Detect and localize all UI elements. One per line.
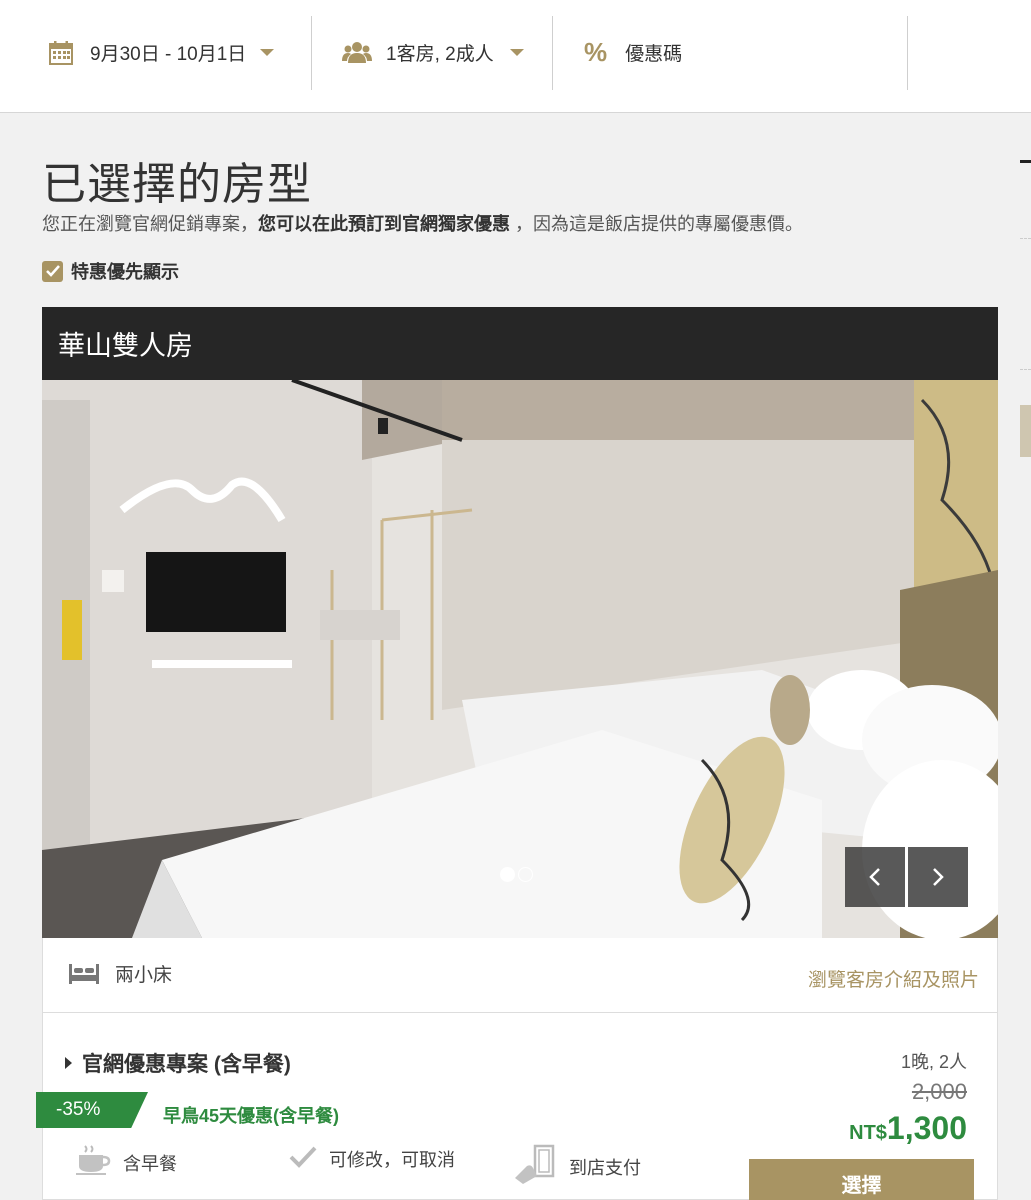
date-selector[interactable]: 9月30日 - 10月1日	[48, 0, 275, 105]
caret-right-icon	[65, 1057, 72, 1069]
discount-badge: -35%	[36, 1092, 148, 1128]
rate-plan-toggle[interactable]: 官網優惠專案 (含早餐)	[65, 1048, 291, 1078]
page-subtitle: 您正在瀏覽官網促銷專案，您可以在此預訂到官網獨家優惠 ，因為這是飯店提供的專屬優…	[42, 210, 803, 236]
room-details-link[interactable]: 瀏覽客房介紹及照片	[808, 965, 979, 992]
current-price: NT$ 1,300	[849, 1110, 967, 1147]
bed-info-row: 兩小床 瀏覽客房介紹及照片	[43, 938, 997, 1013]
original-price: 2,000	[911, 1079, 967, 1104]
feature-cancellation: 可修改，可取消	[289, 1144, 455, 1173]
promo-code-label: 優惠碼	[625, 44, 683, 65]
room-photo-carousel[interactable]	[42, 380, 998, 938]
coffee-cup-icon	[75, 1144, 111, 1181]
guest-selector[interactable]: 1客房, 2成人	[342, 0, 524, 105]
room-name: 華山雙人房	[58, 331, 193, 361]
carousel-indicators	[500, 867, 533, 882]
select-button-label: 選擇	[841, 1174, 882, 1197]
carousel-dot-active[interactable]	[500, 867, 515, 882]
rate-plan-name: 官網優惠專案 (含早餐)	[82, 1053, 291, 1076]
carousel-prev-button[interactable]	[845, 847, 905, 907]
checkmark-icon	[289, 1144, 317, 1173]
date-range-text: 9月30日 - 10月1日	[90, 44, 247, 65]
carousel-dot[interactable]	[518, 867, 533, 882]
page-title: 已選擇的房型	[42, 160, 312, 209]
check-icon	[45, 265, 60, 277]
bed-icon	[69, 962, 99, 991]
chevron-down-icon	[509, 49, 524, 56]
feature-pay-at-hotel: 到店支付	[513, 1144, 641, 1189]
subtitle-text-end: ，因為這是飯店提供的專屬優惠價。	[510, 214, 803, 234]
percent-icon: %	[584, 37, 608, 67]
special-offer-filter[interactable]: 特惠優先顯示	[42, 258, 179, 284]
feature-text: 含早餐	[123, 1153, 177, 1174]
select-button[interactable]: 選擇	[749, 1159, 974, 1200]
promo-code-button[interactable]: % 優惠碼	[584, 0, 682, 105]
chevron-down-icon	[260, 49, 275, 56]
checkbox-checked[interactable]	[42, 260, 63, 282]
booking-bar: 9月30日 - 10月1日 1客房, 2成人 % 優惠碼	[0, 0, 1031, 113]
divider	[552, 16, 553, 90]
room-card: 華山雙人房 兩小床 瀏覽客房介紹及照片 官網優惠專案 (含早餐) -35% 早鳥…	[36, 307, 998, 1200]
feature-text: 可修改，可取消	[329, 1149, 455, 1170]
feature-breakfast: 含早餐	[75, 1144, 177, 1181]
carousel-next-button[interactable]	[908, 847, 968, 907]
bed-type: 兩小床	[115, 965, 173, 986]
calendar-icon	[48, 40, 74, 66]
stay-info: 1晚, 2人	[900, 1052, 967, 1072]
price-amount: 1,300	[886, 1110, 967, 1146]
subtitle-text: 您正在瀏覽官網促銷專案，	[42, 214, 258, 234]
divider	[311, 16, 312, 90]
subtitle-emphasis: 您可以在此預訂到官網獨家優惠	[258, 214, 510, 234]
price-currency: NT$	[849, 1122, 887, 1144]
feature-text: 到店支付	[569, 1157, 641, 1178]
users-icon	[342, 41, 372, 65]
pay-at-hotel-icon	[513, 1144, 557, 1189]
room-name-header: 華山雙人房	[42, 307, 998, 380]
guests-text: 1客房, 2成人	[386, 44, 494, 65]
filter-label: 特惠優先顯示	[71, 262, 179, 282]
side-panel-edge	[1020, 160, 1031, 1200]
divider	[907, 16, 908, 90]
chevron-left-icon	[869, 868, 880, 886]
promo-label: 早鳥45天優惠(含早餐)	[163, 1106, 340, 1126]
chevron-right-icon	[933, 868, 944, 886]
discount-badge-text: -35%	[56, 1099, 101, 1120]
